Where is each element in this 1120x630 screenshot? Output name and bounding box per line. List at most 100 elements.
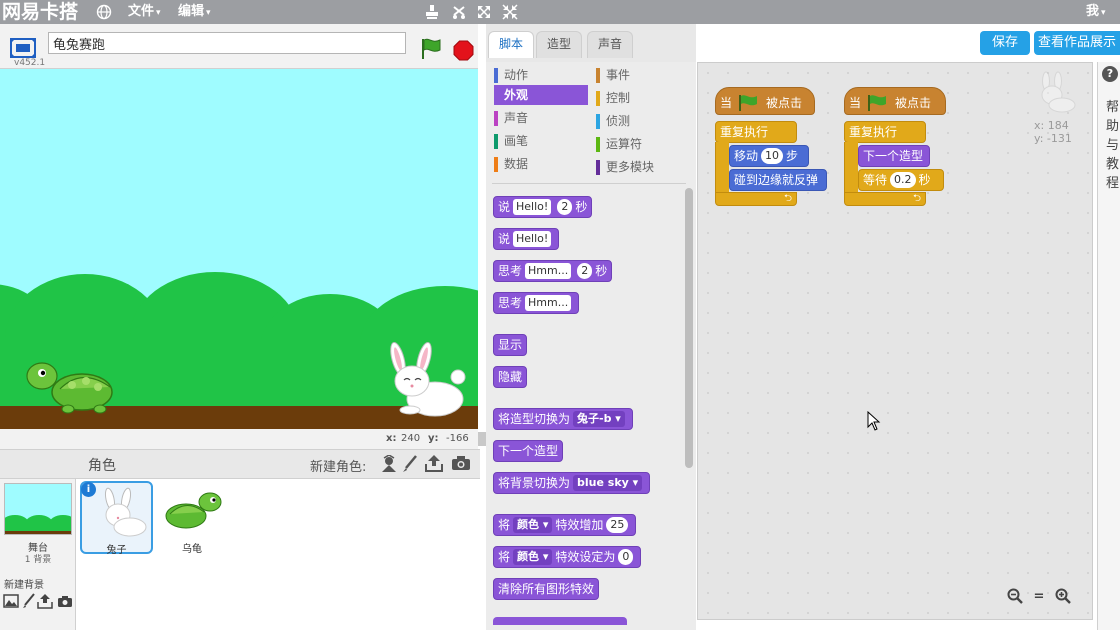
edit-menu[interactable]: 编辑 ▾: [178, 0, 211, 24]
block-think[interactable]: 思考 Hmm...: [493, 292, 580, 314]
green-flag-icon: [868, 95, 887, 111]
forever-block-2[interactable]: 重复执行: [844, 121, 926, 143]
sprites-title: 角色: [88, 458, 116, 474]
hat-when-flag-clicked[interactable]: 当 被点击: [715, 87, 815, 115]
palette-divider: [492, 183, 686, 184]
duplicate-stamp-icon[interactable]: [422, 2, 442, 22]
stage-thumbnail[interactable]: [4, 483, 72, 535]
globe-icon[interactable]: [94, 2, 114, 22]
rabbit-thumbnail: [104, 487, 147, 537]
new-sprite-label: 新建角色:: [310, 460, 367, 475]
tab-sounds[interactable]: 声音: [587, 31, 634, 58]
menu-bar: [0, 0, 1120, 24]
stage-canvas[interactable]: [0, 69, 478, 429]
category-data[interactable]: 数据: [494, 154, 588, 174]
block-switch-costume[interactable]: 将造型切换为 兔子-b ▾: [493, 408, 633, 430]
brand-logo[interactable]: 网易卡搭: [2, 0, 78, 24]
forever-end-2: ⮌: [844, 192, 926, 206]
help-panel[interactable]: ? 帮助与教程: [1097, 62, 1120, 630]
next-costume-block[interactable]: 下一个造型: [858, 145, 930, 167]
forever-block[interactable]: 重复执行: [715, 121, 797, 143]
wait-secs-block[interactable]: 等待 0.2 秒: [858, 169, 944, 191]
category-sound[interactable]: 声音: [494, 108, 588, 128]
effect-dropdown-set[interactable]: 颜色 ▾: [513, 549, 553, 565]
block-show[interactable]: 显示: [493, 334, 528, 356]
palette-scrollbar[interactable]: [685, 188, 693, 468]
loop-arrow-icon: ⮌: [783, 193, 792, 204]
category-list-right: 事件 控制 侦测 运算符 更多模块: [596, 65, 686, 177]
sprite-list: i 兔子 乌龟: [77, 479, 480, 630]
block-clear-effects[interactable]: 清除所有图形特效: [493, 578, 600, 600]
sprite-library-icon[interactable]: [380, 454, 398, 476]
effect-dropdown[interactable]: 颜色 ▾: [513, 517, 553, 533]
tab-scripts[interactable]: 脚本: [488, 31, 535, 58]
stop-sign-icon[interactable]: [453, 40, 474, 61]
block-partial: [493, 617, 627, 625]
category-looks[interactable]: 外观: [494, 85, 588, 105]
tab-costumes[interactable]: 造型: [536, 31, 583, 58]
help-icon[interactable]: ?: [1102, 66, 1118, 82]
project-title-input[interactable]: [48, 32, 406, 54]
collapse-handle[interactable]: [478, 432, 486, 446]
grow-icon[interactable]: [474, 2, 494, 22]
backdrop-library-icon[interactable]: [3, 594, 19, 611]
backdrop-paint-icon[interactable]: [22, 593, 36, 612]
user-menu[interactable]: 我 ▾: [1086, 0, 1106, 24]
block-say[interactable]: 说 Hello!: [493, 228, 560, 250]
loop-arrow-icon: ⮌: [912, 193, 921, 204]
category-control[interactable]: 控制: [596, 88, 686, 108]
category-motion[interactable]: 动作: [494, 65, 588, 85]
help-tutorial-label[interactable]: 帮助与教程: [1106, 98, 1120, 193]
block-change-effect[interactable]: 将颜色 ▾ 特效增加 25: [493, 514, 637, 536]
view-project-page-button[interactable]: 查看作品展示: [1034, 31, 1120, 55]
turtle-thumbnail: [165, 492, 222, 529]
mouse-cursor-icon: [867, 411, 881, 431]
bounce-on-edge-block[interactable]: 碰到边缘就反弹: [729, 169, 827, 191]
new-backdrop-label: 新建背景: [4, 580, 44, 591]
paint-brush-icon[interactable]: [402, 455, 418, 476]
zoom-out-icon[interactable]: [1005, 587, 1025, 605]
shrink-icon[interactable]: [500, 2, 520, 22]
stage-size-icon[interactable]: [10, 38, 36, 58]
block-switch-backdrop[interactable]: 将背景切换为 blue sky ▾: [493, 472, 651, 494]
sprite-x-readout: x: 184: [1034, 119, 1069, 132]
sprite-tile-turtle[interactable]: 乌龟: [156, 482, 228, 555]
sprite-tile-rabbit[interactable]: i 兔子: [80, 481, 153, 556]
block-set-effect[interactable]: 将颜色 ▾ 特效设定为 0: [493, 546, 642, 568]
move-steps-block[interactable]: 移动 10 步: [729, 145, 809, 167]
stage-thumbnail-column: 舞台 1 背景 新建背景: [0, 479, 76, 630]
zoom-in-icon[interactable]: [1053, 587, 1073, 605]
category-more-blocks[interactable]: 更多模块: [596, 157, 686, 177]
camera-icon[interactable]: [451, 455, 471, 474]
scripts-area[interactable]: 当 被点击 重复执行 移动 10 步 碰到边缘就反弹 ⮌ 当 被点击 重复执行 下一…: [697, 62, 1093, 620]
green-flag-icon[interactable]: [420, 37, 442, 61]
upload-icon[interactable]: [424, 454, 444, 475]
backdrop-camera-icon[interactable]: [57, 595, 73, 611]
block-next-costume[interactable]: 下一个造型: [493, 440, 564, 462]
zoom-reset-button[interactable]: =: [1029, 587, 1049, 605]
green-flag-icon: [739, 95, 758, 111]
forever-end: ⮌: [715, 192, 797, 206]
forever-arm-2: [844, 142, 858, 192]
category-pen[interactable]: 画笔: [494, 131, 588, 151]
save-button[interactable]: 保存: [980, 31, 1030, 55]
sprite-pane-header: 角色 新建角色:: [0, 449, 480, 479]
version-label: v452.1: [14, 58, 46, 68]
block-say-for-secs[interactable]: 说 Hello! 2 秒: [493, 196, 593, 218]
block-hide[interactable]: 隐藏: [493, 366, 528, 388]
sprite-y-readout: y: -131: [1034, 132, 1072, 145]
category-sensing[interactable]: 侦测: [596, 111, 686, 131]
stage-scene: [0, 69, 478, 429]
block-think-for-secs[interactable]: 思考 Hmm... 2 秒: [493, 260, 613, 282]
costume-dropdown[interactable]: 兔子-b ▾: [573, 411, 625, 427]
category-operators[interactable]: 运算符: [596, 134, 686, 154]
backdrop-dropdown[interactable]: blue sky ▾: [573, 475, 643, 491]
category-events[interactable]: 事件: [596, 65, 686, 85]
stage-coordinates: x: 240 y: -166: [0, 429, 478, 449]
backdrop-upload-icon[interactable]: [37, 593, 53, 612]
delete-scissors-icon[interactable]: [449, 2, 469, 22]
category-list-left: 动作 外观 声音 画笔 数据: [494, 65, 588, 174]
file-menu[interactable]: 文件 ▾: [128, 0, 161, 24]
current-sprite-ghost: [1041, 71, 1076, 113]
hat-when-flag-clicked-2[interactable]: 当 被点击: [844, 87, 946, 115]
